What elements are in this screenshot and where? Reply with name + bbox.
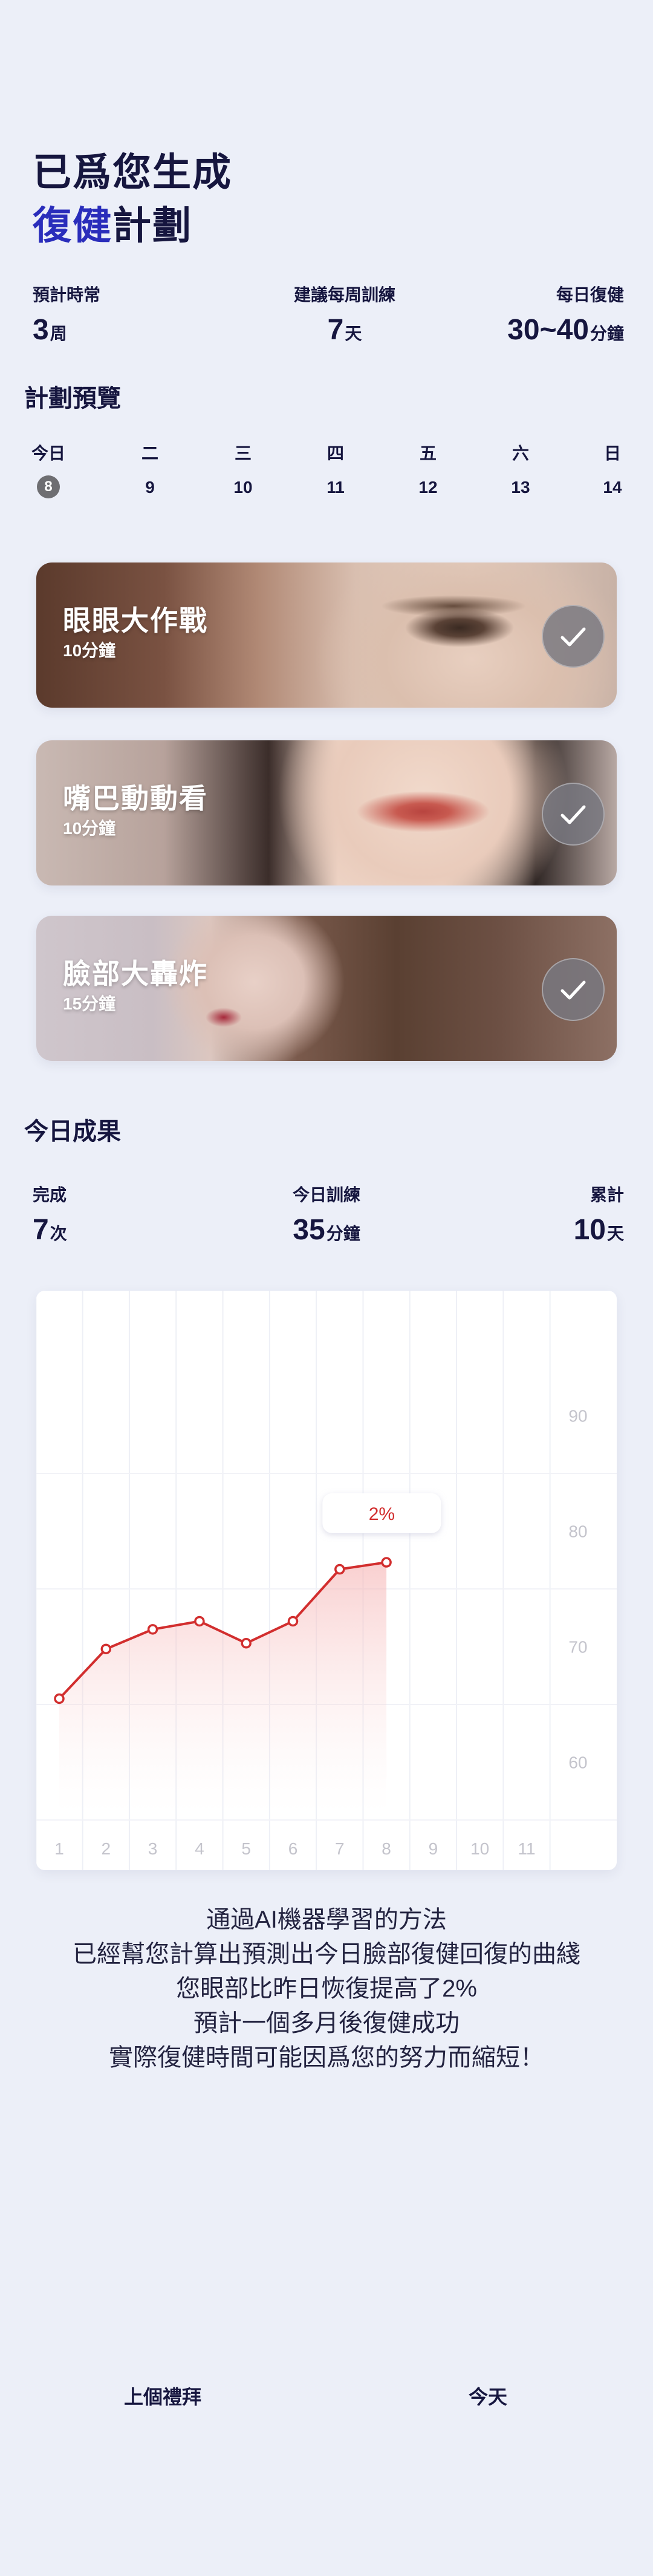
task-title: 嘴巴動動看 — [63, 783, 208, 814]
result-stat-value: 35 — [293, 1214, 325, 1246]
result-stat-label: 累計 — [590, 1185, 624, 1204]
x-tick-label: 1 — [54, 1839, 64, 1858]
x-tick-label: 10 — [470, 1839, 489, 1858]
x-tick-label: 11 — [518, 1839, 535, 1858]
x-tick-label: 3 — [148, 1839, 158, 1858]
task-title: 眼眼大作戰 — [63, 605, 208, 636]
result-stat-value: 7 — [33, 1214, 49, 1246]
plan-stat-value: 7 — [327, 314, 344, 346]
page-title-line2: 復健計劃 — [33, 195, 192, 250]
plan-stat-unit: 分鐘 — [590, 324, 624, 343]
result-stat-label: 今日訓練 — [292, 1185, 360, 1204]
task-duration: 15分鐘 — [63, 994, 116, 1013]
previous-week-link[interactable]: 上個禮拜 — [124, 2382, 201, 2410]
data-point — [381, 1557, 392, 1568]
data-point — [287, 1616, 299, 1627]
task-check-button[interactable] — [542, 958, 605, 1021]
result-stat-unit: 次 — [50, 1224, 67, 1243]
explanation-line: 預計一個多月後復健成功 — [193, 2010, 460, 2036]
plan-stat-unit: 周 — [50, 324, 67, 343]
task-card-face[interactable]: 臉部大轟炸 15分鐘 — [36, 916, 617, 1061]
x-tick-label: 4 — [195, 1839, 204, 1858]
result-stat-unit: 天 — [606, 1224, 624, 1243]
day-number[interactable]: 13 — [496, 478, 545, 497]
plan-preview-title: 計劃預覽 — [24, 385, 121, 412]
plan-stat-daily: 每日復健 30~40分鐘 — [507, 282, 624, 347]
task-duration: 10分鐘 — [63, 641, 116, 660]
weekday-label[interactable]: 三 — [219, 440, 267, 465]
plan-stat-value: 3 — [33, 314, 49, 346]
page-title-accent: 復健 — [33, 204, 112, 247]
day-number[interactable]: 9 — [126, 478, 174, 497]
day-number[interactable]: 14 — [588, 478, 637, 497]
weekday-label[interactable]: 日 — [588, 440, 637, 465]
results-title: 今日成果 — [24, 1118, 121, 1145]
annotation-label: 2% — [369, 1504, 395, 1524]
progress-chart-card: 60 70 80 90 1 2 3 4 5 6 7 8 9 10 11 2% — [36, 1291, 617, 1870]
plan-stat-weekly: 建議每周訓練 7天 — [272, 282, 417, 347]
data-point — [194, 1616, 205, 1627]
day-number[interactable]: 12 — [404, 478, 452, 497]
plan-stat-duration: 預計時常 3周 — [33, 282, 100, 347]
weekday-label[interactable]: 今日 — [24, 440, 73, 465]
check-icon — [560, 980, 586, 1000]
page-title-line1: 已爲您生成 — [33, 151, 232, 194]
task-card-eyes[interactable]: 眼眼大作戰 10分鐘 — [36, 562, 617, 708]
x-tick-label: 7 — [335, 1839, 345, 1858]
day-number[interactable]: 10 — [219, 478, 267, 497]
x-tick-label: 2 — [102, 1839, 111, 1858]
data-point — [241, 1638, 252, 1649]
result-stat-label: 完成 — [33, 1185, 67, 1204]
explanation-line: 通過AI機器學習的方法 — [206, 1906, 447, 1933]
x-tick-label: 8 — [382, 1839, 391, 1858]
plan-stat-unit: 天 — [345, 324, 362, 343]
x-tick-label: 5 — [241, 1839, 251, 1858]
plan-stat-value: 30~40 — [507, 314, 589, 346]
weekday-label[interactable]: 二 — [126, 440, 174, 465]
weekday-label[interactable]: 四 — [311, 440, 360, 465]
task-check-button[interactable] — [542, 783, 605, 846]
y-tick-label: 80 — [568, 1522, 587, 1541]
y-tick-label: 90 — [568, 1406, 587, 1425]
data-point — [100, 1643, 112, 1655]
progress-line-chart: 60 70 80 90 1 2 3 4 5 6 7 8 9 10 11 2% — [36, 1291, 617, 1870]
y-tick-label: 60 — [568, 1753, 587, 1772]
day-number[interactable]: 11 — [311, 478, 360, 497]
check-icon — [560, 627, 586, 647]
today-link[interactable]: 今天 — [469, 2382, 507, 2410]
plan-stat-label: 建議每周訓練 — [293, 285, 395, 304]
task-check-button[interactable] — [542, 605, 605, 668]
result-stat-value: 10 — [573, 1214, 606, 1246]
y-tick-label: 70 — [568, 1638, 587, 1657]
weekday-label[interactable]: 六 — [496, 440, 545, 465]
explanation-line: 實際復健時間可能因爲您的努力而縮短！ — [109, 2044, 544, 2071]
check-icon — [560, 805, 586, 824]
explanation-line: 已經幫您計算出預測出今日臉部復健回復的曲綫 — [73, 1941, 580, 1968]
plan-stat-label: 每日復健 — [556, 285, 624, 304]
x-tick-label: 6 — [288, 1839, 298, 1858]
today-day-badge: 8 — [37, 475, 60, 498]
data-point — [54, 1693, 65, 1704]
x-tick-label: 9 — [429, 1839, 438, 1858]
task-title: 臉部大轟炸 — [63, 958, 208, 990]
data-point — [334, 1564, 345, 1575]
result-stat-completed: 完成 7次 — [33, 1182, 67, 1247]
result-stat-training: 今日訓練 35分鐘 — [254, 1182, 399, 1247]
plan-stat-label: 預計時常 — [33, 285, 101, 304]
weekday-label[interactable]: 五 — [404, 440, 452, 465]
task-card-mouth[interactable]: 嘴巴動動看 10分鐘 — [36, 740, 617, 885]
page-title-rest: 計劃 — [112, 204, 192, 247]
result-stat-cumulative: 累計 10天 — [574, 1182, 624, 1247]
data-point — [147, 1624, 158, 1635]
result-stat-unit: 分鐘 — [326, 1224, 360, 1243]
day-number-today[interactable]: 8 — [24, 475, 73, 498]
task-duration: 10分鐘 — [63, 819, 116, 838]
prediction-explanation: 通過AI機器學習的方法 已經幫您計算出預測出今日臉部復健回復的曲綫 您眼部比昨日… — [0, 1903, 653, 2075]
explanation-line: 您眼部比昨日恢復提高了2% — [176, 1975, 477, 2002]
